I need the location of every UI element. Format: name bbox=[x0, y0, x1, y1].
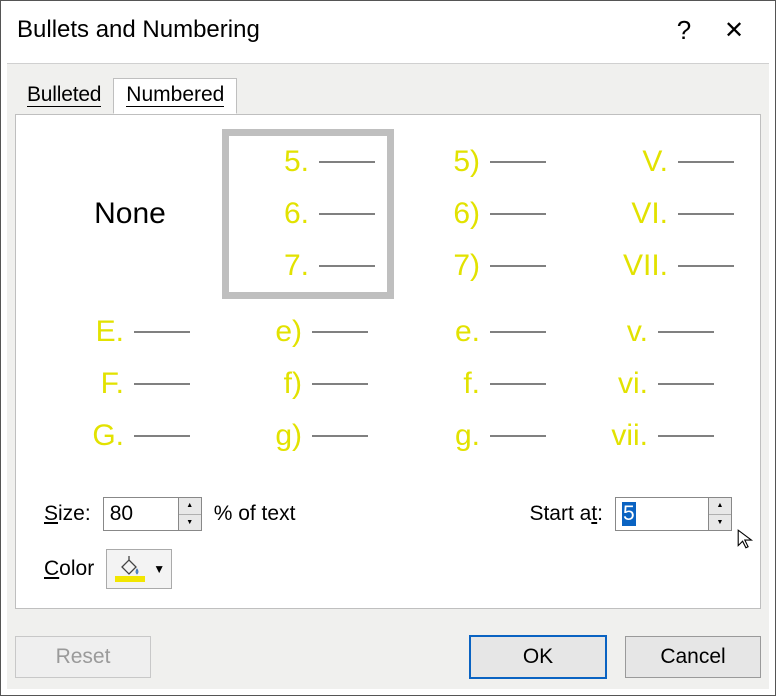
start-at-value[interactable]: 5 bbox=[616, 498, 708, 530]
ok-button[interactable]: OK bbox=[469, 635, 607, 679]
dialog-window: Bullets and Numbering ? ✕ Bulleted Numbe… bbox=[0, 0, 776, 696]
help-button[interactable]: ? bbox=[659, 15, 709, 46]
style-roman-upper[interactable]: V. VI. VII. bbox=[578, 129, 750, 299]
color-picker[interactable]: ▼ bbox=[106, 549, 172, 589]
dialog-footer: Reset OK Cancel bbox=[15, 635, 761, 679]
tab-strip: Bulleted Numbered bbox=[15, 78, 237, 114]
numbering-style-grid: None 5. 6. 7. 5) 6) 7) V. VI. VII. bbox=[44, 129, 750, 469]
style-arabic-period[interactable]: 5. 6. 7. bbox=[222, 129, 394, 299]
size-spinner[interactable]: ▲ ▼ bbox=[103, 497, 202, 531]
mouse-cursor-icon bbox=[736, 528, 758, 550]
style-arabic-paren[interactable]: 5) 6) 7) bbox=[400, 129, 572, 299]
tab-bulleted[interactable]: Bulleted bbox=[15, 79, 113, 114]
style-alpha-lower-period[interactable]: e. f. g. bbox=[400, 299, 572, 469]
close-button[interactable]: ✕ bbox=[709, 16, 759, 45]
start-at-down[interactable]: ▼ bbox=[709, 515, 731, 531]
none-label: None bbox=[94, 197, 166, 231]
titlebar: Bullets and Numbering ? ✕ bbox=[1, 1, 775, 59]
style-alpha-lower-paren[interactable]: e) f) g) bbox=[222, 299, 394, 469]
start-at-up[interactable]: ▲ bbox=[709, 498, 731, 515]
tab-panel: None 5. 6. 7. 5) 6) 7) V. VI. VII. bbox=[15, 114, 761, 609]
start-at-group: Start at: 5 ▲ ▼ bbox=[529, 497, 732, 531]
size-suffix: % of text bbox=[214, 502, 296, 526]
style-alpha-upper-period[interactable]: E. F. G. bbox=[44, 299, 216, 469]
options-area: Size: ▲ ▼ % of text Start at: 5 bbox=[44, 497, 732, 607]
cancel-button[interactable]: Cancel bbox=[625, 636, 761, 678]
bucket-icon bbox=[113, 555, 147, 583]
start-at-spinner[interactable]: 5 ▲ ▼ bbox=[615, 497, 732, 531]
size-down[interactable]: ▼ bbox=[179, 515, 201, 531]
client-area: Bulleted Numbered None 5. 6. 7. 5) 6) 7) bbox=[7, 63, 769, 689]
size-label: Size: bbox=[44, 502, 91, 526]
size-input[interactable] bbox=[104, 498, 178, 530]
reset-button[interactable]: Reset bbox=[15, 636, 151, 678]
style-none[interactable]: None bbox=[44, 129, 216, 299]
chevron-down-icon: ▼ bbox=[153, 562, 165, 576]
size-up[interactable]: ▲ bbox=[179, 498, 201, 515]
start-at-label: Start at: bbox=[529, 502, 603, 526]
dialog-title: Bullets and Numbering bbox=[17, 16, 659, 44]
style-roman-lower[interactable]: v. vi. vii. bbox=[578, 299, 750, 469]
tab-numbered[interactable]: Numbered bbox=[113, 78, 237, 114]
color-label: Color bbox=[44, 557, 94, 581]
